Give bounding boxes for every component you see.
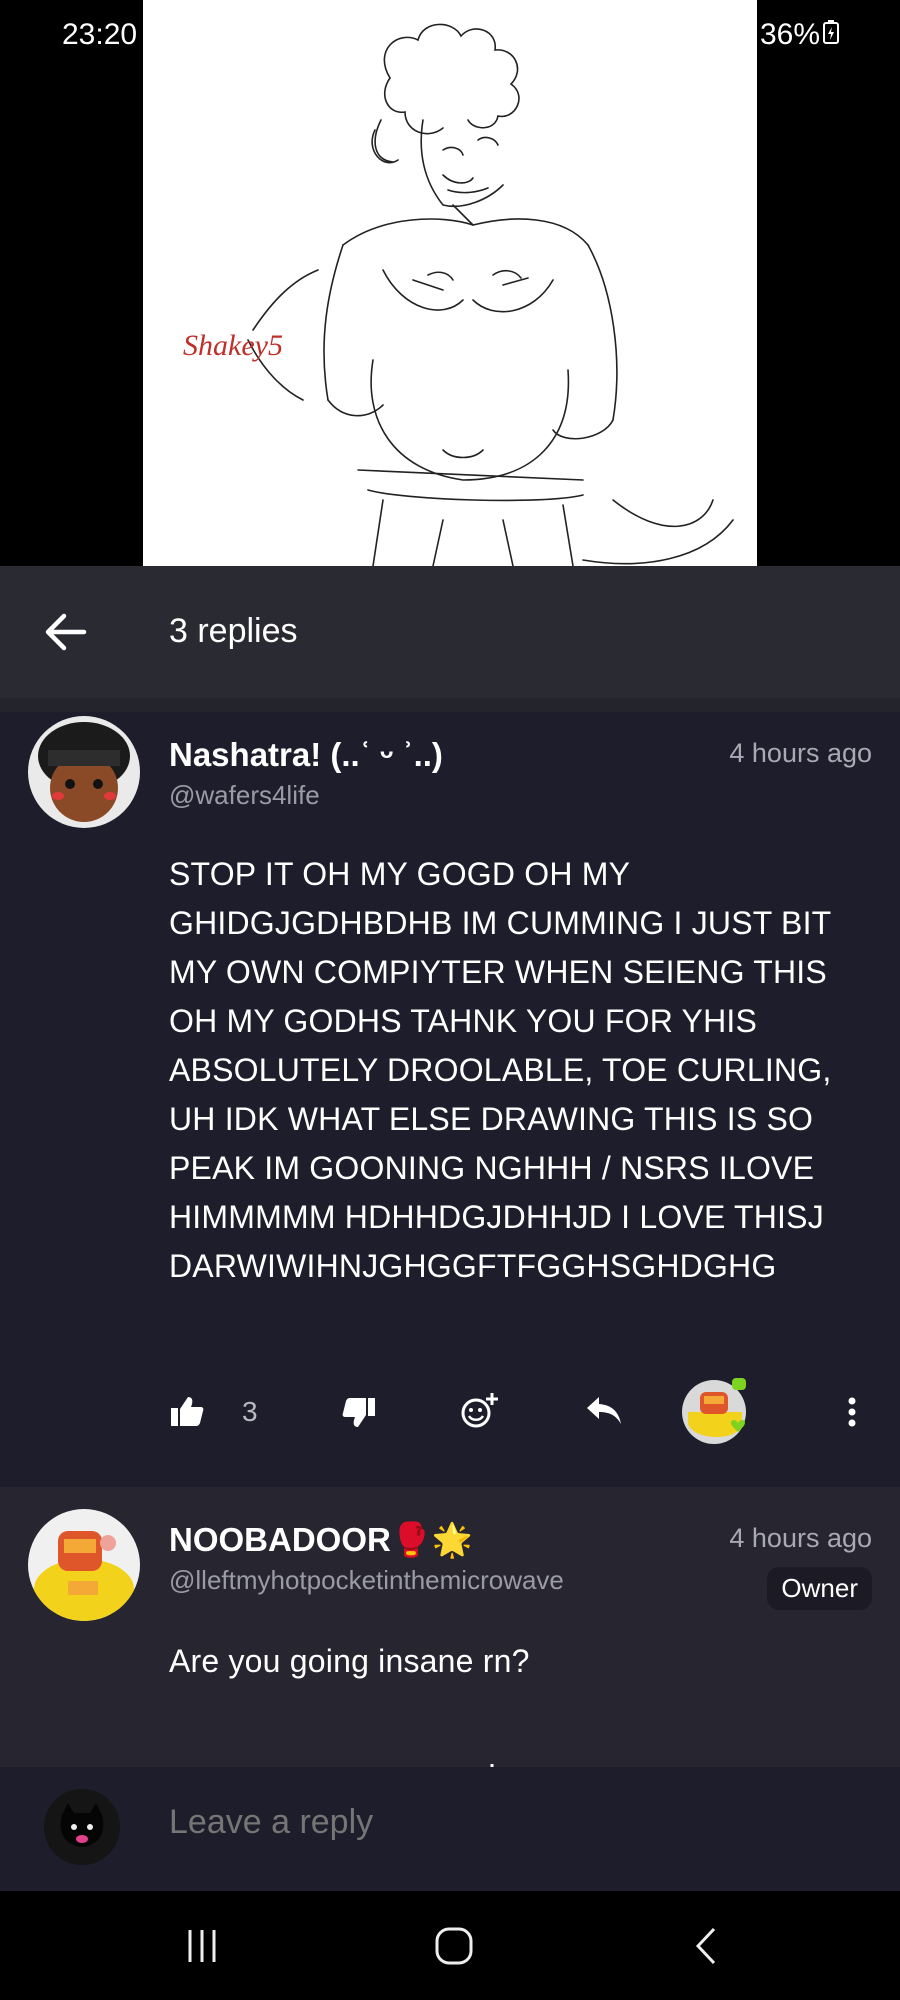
- recent-apps-button[interactable]: [162, 1921, 242, 1971]
- drawing-image[interactable]: Shakey5: [143, 0, 757, 566]
- kebab-menu-icon: [848, 1397, 856, 1427]
- divider: [0, 698, 900, 712]
- header-title: 3 replies: [169, 612, 298, 650]
- reply-arrow-icon: [587, 1397, 621, 1424]
- replies-header: 3 replies: [0, 566, 900, 698]
- comment-actions: 3: [0, 1374, 900, 1454]
- dislike-button[interactable]: [338, 1392, 380, 1434]
- recent-apps-icon: [188, 1930, 216, 1962]
- comment-actions: 2: [0, 1745, 900, 1767]
- thumbs-down-icon: [342, 1398, 375, 1427]
- home-button[interactable]: [414, 1921, 494, 1971]
- comment-text: STOP IT OH MY GOGD OH MY GHIDGJGDHBDHB I…: [169, 856, 832, 1284]
- comment-text: Are you going insane rn?: [169, 1643, 530, 1679]
- more-options-button[interactable]: [840, 1390, 864, 1434]
- comment-card: NOOBADOOR🥊🌟 @lleftmyhotpocketinthemicrow…: [0, 1487, 900, 1767]
- like-button[interactable]: [166, 1390, 208, 1432]
- status-time: 23:20: [62, 18, 138, 51]
- add-reaction-button[interactable]: [456, 1759, 502, 1767]
- avatar[interactable]: [28, 716, 140, 828]
- chevron-left-icon: [695, 1927, 716, 1965]
- arrow-left-icon: [45, 613, 87, 651]
- reply-bar: [0, 1767, 900, 1891]
- comment-username[interactable]: NOOBADOOR🥊🌟: [169, 1521, 473, 1560]
- comment-card: Nashatra! (..ʿ ᵕ ʾ..) @wafers4life 4 hou…: [0, 712, 900, 1487]
- back-nav-button[interactable]: [666, 1921, 746, 1971]
- owner-badge: Owner: [767, 1567, 872, 1610]
- like-count: 3: [242, 1396, 258, 1427]
- avatar[interactable]: [28, 1509, 140, 1621]
- image-viewer: Shakey5 23:20 36%: [0, 0, 900, 566]
- comment-time: 4 hours ago: [729, 1523, 872, 1553]
- chat-bubble-icon: [732, 1378, 746, 1390]
- battery-charging-icon: [822, 19, 840, 51]
- status-battery: 36%: [760, 18, 840, 52]
- user-avatar[interactable]: [44, 1789, 120, 1865]
- signature-text: Shakey5: [183, 329, 283, 362]
- comment-handle[interactable]: @lleftmyhotpocketinthemicrowave: [169, 1565, 564, 1596]
- back-button[interactable]: [40, 608, 92, 656]
- battery-percent: 36%: [759, 18, 820, 51]
- add-reaction-button[interactable]: [456, 1388, 502, 1434]
- reply-button[interactable]: [582, 1390, 626, 1432]
- owner-reaction-avatar[interactable]: [680, 1374, 752, 1446]
- comment-handle[interactable]: @wafers4life: [169, 780, 320, 811]
- thumbs-up-icon: [171, 1397, 204, 1426]
- system-navbar: [0, 1891, 900, 2000]
- comment-time: 4 hours ago: [729, 738, 872, 768]
- reply-input[interactable]: [169, 1803, 849, 1842]
- home-icon: [435, 1927, 473, 1965]
- comment-username[interactable]: Nashatra! (..ʿ ᵕ ʾ..): [169, 736, 443, 774]
- add-emoji-icon: [461, 1393, 498, 1428]
